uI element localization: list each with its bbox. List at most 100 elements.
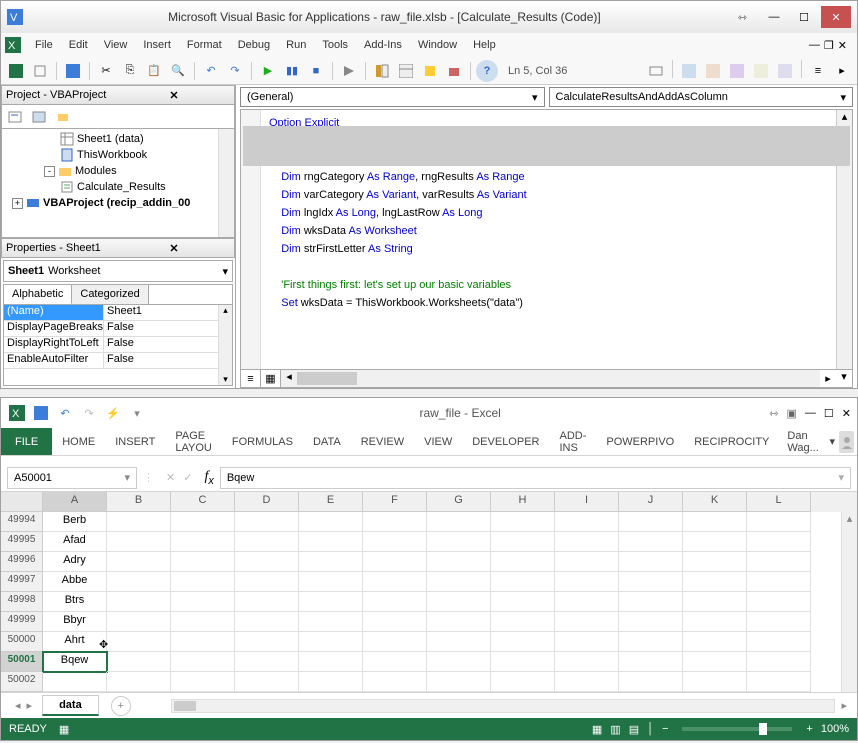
cell[interactable] [299, 592, 363, 612]
zoom-slider[interactable] [682, 727, 792, 731]
cell[interactable] [363, 672, 427, 692]
cell[interactable] [619, 512, 683, 532]
user-account[interactable]: Dan Wag... ▾ [779, 428, 858, 455]
cell[interactable] [107, 672, 171, 692]
zoom-level[interactable]: 100% [821, 723, 849, 735]
row-header[interactable]: 49996 [1, 552, 43, 572]
design-mode-button[interactable] [338, 60, 360, 82]
row-header[interactable]: 49998 [1, 592, 43, 612]
cell[interactable] [363, 612, 427, 632]
tree-item[interactable]: -Modules [4, 163, 232, 179]
cell[interactable] [747, 672, 811, 692]
ribbon-tab-insert[interactable]: INSERT [105, 428, 165, 455]
cell[interactable] [235, 572, 299, 592]
cell[interactable] [299, 552, 363, 572]
cell[interactable]: Bqew [43, 652, 107, 672]
copy-button[interactable]: ⎘ [119, 60, 141, 82]
redo-button[interactable]: ↷ [224, 60, 246, 82]
menu-run[interactable]: Run [278, 36, 314, 54]
cell[interactable] [683, 512, 747, 532]
row-header[interactable]: 50001 [1, 652, 43, 672]
property-row[interactable]: (Name)Sheet1 [4, 305, 232, 321]
qat-undo-button[interactable]: ↶ [55, 403, 75, 423]
full-module-view-button[interactable]: ▦ [261, 370, 281, 387]
cell[interactable] [299, 672, 363, 692]
cell[interactable] [363, 652, 427, 672]
cell[interactable] [107, 592, 171, 612]
menu-insert[interactable]: Insert [135, 36, 179, 54]
property-row[interactable]: EnableAutoFilterFalse [4, 353, 232, 369]
cell[interactable] [107, 512, 171, 532]
expand-formula-icon[interactable]: ▾ [838, 471, 844, 484]
cell[interactable] [555, 532, 619, 552]
cell[interactable] [491, 552, 555, 572]
pause-button[interactable]: ▮▮ [281, 60, 303, 82]
code-vscrollbar[interactable]: ▴ [836, 110, 852, 369]
property-row[interactable]: DisplayRightToLeftFalse [4, 337, 232, 353]
cell[interactable]: Abbe [43, 572, 107, 592]
column-headers[interactable]: ABCDEFGHIJKL [1, 492, 857, 512]
tab-categorized[interactable]: Categorized [72, 285, 148, 304]
column-header[interactable]: B [107, 492, 171, 512]
hscroll-right-arrow[interactable]: ▸ [820, 370, 836, 387]
cell[interactable] [619, 652, 683, 672]
cell[interactable] [747, 632, 811, 652]
user-dropdown-icon[interactable]: ▾ [829, 435, 835, 448]
properties-grid[interactable]: (Name)Sheet1DisplayPageBreaksFalseDispla… [3, 305, 233, 386]
cell[interactable] [619, 632, 683, 652]
zoom-out-button[interactable]: − [662, 723, 668, 735]
cell[interactable] [171, 512, 235, 532]
cell[interactable] [427, 572, 491, 592]
cell[interactable] [491, 512, 555, 532]
code-hscrollbar[interactable]: ◂ [281, 370, 820, 387]
vscroll-down-arrow[interactable]: ▾ [836, 370, 852, 387]
properties-close-button[interactable]: ✕ [118, 242, 230, 255]
menu-addins[interactable]: Add-Ins [356, 36, 410, 54]
column-header[interactable]: D [235, 492, 299, 512]
right-toolbar-4[interactable] [726, 60, 748, 82]
ribbon-display-button[interactable]: ▣ [787, 407, 797, 420]
qat-save-button[interactable] [31, 403, 51, 423]
cell[interactable] [43, 672, 107, 692]
insert-module-button[interactable] [29, 60, 51, 82]
enter-formula-button[interactable]: ✓ [183, 471, 192, 484]
cell[interactable] [555, 572, 619, 592]
cell[interactable] [299, 512, 363, 532]
sheet-nav-prev-button[interactable]: ◂ [15, 699, 21, 712]
page-break-view-button[interactable]: ▤ [629, 723, 639, 736]
cell[interactable] [747, 532, 811, 552]
spreadsheet-grid[interactable]: ✥ 49994Berb49995Afad49996Adry49997Abbe49… [1, 512, 841, 692]
cell[interactable]: Afad [43, 532, 107, 552]
cell[interactable] [171, 592, 235, 612]
cell[interactable] [683, 612, 747, 632]
cell[interactable] [747, 572, 811, 592]
menu-edit[interactable]: Edit [61, 36, 96, 54]
cell[interactable] [299, 652, 363, 672]
cell[interactable] [363, 632, 427, 652]
close-button[interactable]: ✕ [821, 6, 851, 28]
toggle-folders-button[interactable] [52, 106, 74, 128]
cell[interactable] [363, 532, 427, 552]
cell[interactable] [555, 632, 619, 652]
excel-app-icon[interactable]: X [7, 403, 27, 423]
dropdown-icon[interactable]: ▾ [840, 91, 846, 104]
fx-icon[interactable]: fx [204, 469, 213, 487]
cell[interactable]: Adry [43, 552, 107, 572]
row-header[interactable]: 50000 [1, 632, 43, 652]
cell[interactable] [491, 572, 555, 592]
cell[interactable] [747, 592, 811, 612]
cell[interactable] [427, 612, 491, 632]
run-button[interactable]: ▶ [257, 60, 279, 82]
project-explorer-button[interactable] [371, 60, 393, 82]
ribbon-tab-view[interactable]: VIEW [414, 428, 462, 455]
row-header[interactable]: 50002 [1, 672, 43, 692]
ribbon-tab-data[interactable]: DATA [303, 428, 351, 455]
ribbon-tab-reciprocity[interactable]: RECIPROCITY [684, 428, 779, 455]
property-value[interactable]: Sheet1 [104, 305, 232, 321]
cell[interactable] [107, 532, 171, 552]
right-toolbar-7[interactable]: ≡ [807, 60, 829, 82]
find-button[interactable]: 🔍 [167, 60, 189, 82]
project-explorer-close-button[interactable]: ✕ [118, 89, 230, 102]
select-all-corner[interactable] [1, 492, 43, 512]
cell[interactable] [747, 512, 811, 532]
